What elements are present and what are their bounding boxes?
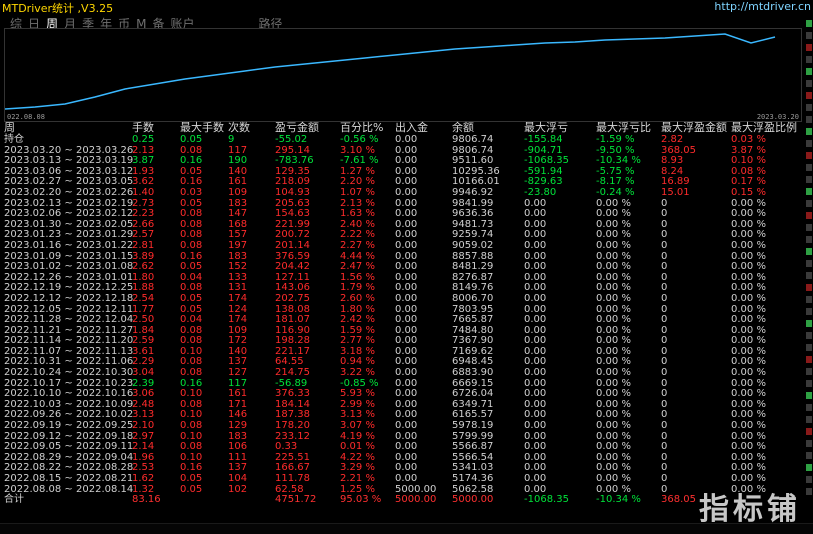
cell-max_fp_pct: 0.15 % bbox=[731, 186, 766, 198]
table-row[interactable]: 2023.01.16 ~ 2023.01.22 2.81 0.08 197 201.14… bbox=[4, 239, 810, 252]
cell-max_fp: 15.01 bbox=[661, 186, 690, 198]
cell-count: 9 bbox=[228, 134, 235, 145]
table-row[interactable]: 2022.08.15 ~ 2022.08.21 1.62 0.05 104 111.78… bbox=[4, 473, 810, 485]
table-row[interactable]: 2022.12.12 ~ 2022.12.18 2.54 0.05 174 202.75… bbox=[4, 292, 810, 305]
cell-pnl: 202.75 bbox=[275, 292, 310, 304]
cell-pnl: 201.14 bbox=[275, 239, 310, 251]
cell-pnl: 111.78 bbox=[275, 473, 310, 484]
cell-max_dd: 0.00 bbox=[524, 292, 547, 304]
cell-lots: 1.62 bbox=[132, 473, 155, 484]
column-header[interactable]: 百分比% bbox=[340, 122, 383, 134]
cell-flow: 0.00 bbox=[395, 292, 418, 304]
total-flow: 5000.00 bbox=[395, 494, 437, 506]
app-title: MTDriver统计 ,V3.25 bbox=[2, 2, 114, 15]
cell-balance: 8006.70 bbox=[452, 292, 494, 304]
cell-pct: 2.60 % bbox=[340, 292, 375, 304]
cell-period: 持仓 bbox=[4, 134, 24, 145]
cell-pct: -0.56 % bbox=[340, 134, 379, 145]
cell-lots: 2.54 bbox=[132, 292, 155, 304]
column-header[interactable]: 余额 bbox=[452, 122, 474, 134]
cell-max_dd: 0.00 bbox=[524, 239, 547, 251]
table-row[interactable]: 持仓 0.25 0.05 9 -55.02 -0.56 % 0.00 9806.74 -155.… bbox=[4, 134, 810, 146]
cell-max_dd_pct: 0.00 % bbox=[596, 239, 631, 251]
total-row: 合计 83.16 4751.72 95.03 % 5000.00 5000.00 -1068… bbox=[4, 495, 810, 506]
cell-count: 197 bbox=[228, 239, 248, 251]
cell-period: 2022.12.12 ~ 2022.12.18 bbox=[4, 292, 134, 304]
cell-max_fp: 0 bbox=[661, 239, 668, 251]
cell-max_lots: 0.05 bbox=[180, 134, 203, 145]
cell-period: 2023.01.16 ~ 2023.01.22 bbox=[4, 239, 134, 251]
column-header[interactable]: 手数 bbox=[132, 122, 154, 134]
chart-end-date: 2023.03.20 bbox=[756, 113, 799, 121]
cell-flow: 0.00 bbox=[395, 239, 418, 251]
total-max_dd: -1068.35 bbox=[524, 494, 569, 506]
cell-max_dd: -155.84 bbox=[524, 134, 563, 145]
status-bar bbox=[0, 523, 813, 534]
cell-lots: 1.40 bbox=[132, 186, 155, 198]
cell-max_fp_pct: 0.00 % bbox=[731, 239, 766, 251]
cell-max_fp: 0 bbox=[661, 292, 668, 304]
cell-balance: 9946.92 bbox=[452, 186, 494, 198]
column-header[interactable]: 最大浮盈金额 bbox=[661, 122, 727, 134]
cell-flow: 0.00 bbox=[395, 473, 418, 484]
column-header[interactable]: 最大手数 bbox=[180, 122, 224, 134]
equity-curve bbox=[5, 33, 776, 110]
cell-count: 109 bbox=[228, 186, 248, 198]
total-pct: 95.03 % bbox=[340, 494, 382, 506]
cell-balance: 9059.02 bbox=[452, 239, 494, 251]
cell-max_dd_pct: 0.00 % bbox=[596, 473, 631, 484]
cell-max_dd_pct: 0.00 % bbox=[596, 292, 631, 304]
column-header[interactable]: 周 bbox=[4, 122, 15, 134]
watermark-logo: 指标铺 bbox=[699, 492, 801, 527]
cell-pct: 2.27 % bbox=[340, 239, 375, 251]
chart-start-date: 022.08.08 bbox=[7, 113, 45, 121]
cell-max_lots: 0.05 bbox=[180, 473, 203, 484]
cell-lots: 2.81 bbox=[132, 239, 155, 251]
cell-lots: 0.25 bbox=[132, 134, 155, 145]
cell-balance: 5174.36 bbox=[452, 473, 494, 484]
website-link[interactable]: http://mtdriver.cn bbox=[714, 0, 811, 13]
column-header[interactable]: 次数 bbox=[228, 122, 250, 134]
total-pnl: 4751.72 bbox=[275, 494, 317, 506]
total-balance: 5000.00 bbox=[452, 494, 494, 506]
column-header[interactable]: 最大浮盈比例 bbox=[731, 122, 797, 134]
total-max_fp: 368.05 bbox=[661, 494, 696, 506]
cell-period: 2022.08.15 ~ 2022.08.21 bbox=[4, 473, 134, 484]
cell-pct: 1.07 % bbox=[340, 186, 375, 198]
total-lots: 83.16 bbox=[132, 494, 161, 506]
column-header[interactable]: 最大浮亏 bbox=[524, 122, 568, 134]
cell-max_fp_pct: 0.00 % bbox=[731, 292, 766, 304]
cell-pnl: 104.93 bbox=[275, 186, 310, 198]
cell-max_dd: -23.80 bbox=[524, 186, 557, 198]
cell-max_lots: 0.05 bbox=[180, 292, 203, 304]
cell-count: 174 bbox=[228, 292, 248, 304]
cell-count: 102 bbox=[228, 483, 248, 495]
column-header[interactable]: 盈亏金额 bbox=[275, 122, 319, 134]
column-header[interactable]: 最大浮亏比 bbox=[596, 122, 651, 134]
cell-count: 104 bbox=[228, 473, 248, 484]
equity-chart: 022.08.08 2023.03.20 bbox=[4, 28, 802, 122]
cell-max_fp_pct: 0.00 % bbox=[731, 473, 766, 484]
cell-max_lots: 0.05 bbox=[180, 483, 203, 495]
cell-pnl: -55.02 bbox=[275, 134, 308, 145]
total-label: 合计 bbox=[4, 494, 24, 506]
cell-period: 2023.02.20 ~ 2023.02.26 bbox=[4, 186, 134, 198]
total-max_dd_pct: -10.34 % bbox=[596, 494, 641, 506]
cell-flow: 0.00 bbox=[395, 134, 418, 145]
cell-balance: 9806.74 bbox=[452, 134, 494, 145]
cell-max_fp: 2.82 bbox=[661, 134, 684, 145]
equity-curve-svg bbox=[5, 33, 776, 110]
cell-max_lots: 0.03 bbox=[180, 186, 203, 198]
weekly-stats-table: 周 手数 最大手数 次数 盈亏金额 百分比% 出入金 余额 最大浮亏 最大浮亏比 最大浮盈金额 最大浮… bbox=[4, 122, 810, 506]
cell-max_dd_pct: -0.24 % bbox=[596, 186, 635, 198]
cell-max_lots: 0.08 bbox=[180, 239, 203, 251]
table-row[interactable]: 2023.02.20 ~ 2023.02.26 1.40 0.03 109 104.93… bbox=[4, 186, 810, 199]
cell-max_fp_pct: 0.03 % bbox=[731, 134, 766, 145]
cell-pct: 2.21 % bbox=[340, 473, 375, 484]
cell-max_dd_pct: -1.59 % bbox=[596, 134, 635, 145]
cell-flow: 0.00 bbox=[395, 186, 418, 198]
column-header[interactable]: 出入金 bbox=[395, 122, 428, 134]
cell-max_dd: 0.00 bbox=[524, 473, 547, 484]
cell-max_fp: 0 bbox=[661, 473, 668, 484]
